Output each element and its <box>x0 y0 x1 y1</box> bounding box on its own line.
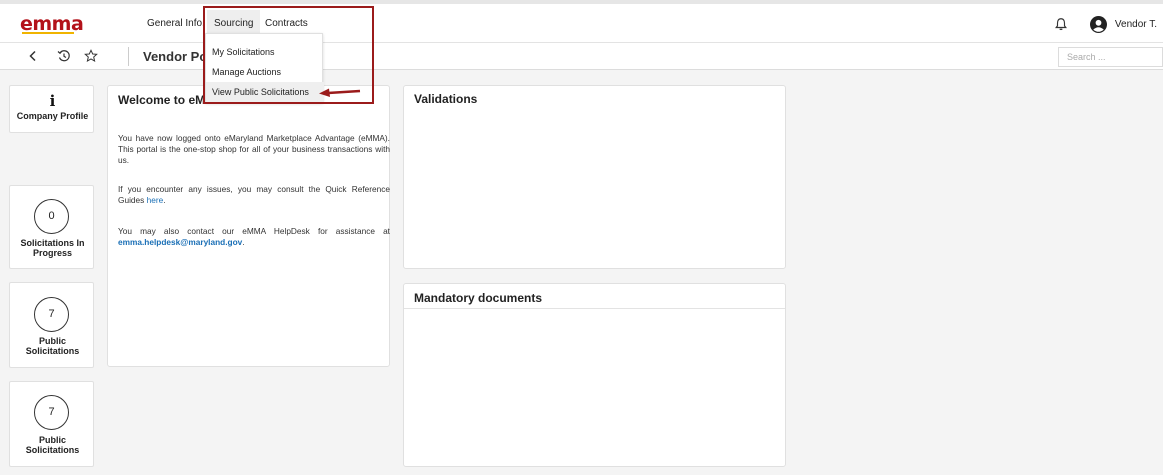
logo-underline <box>22 32 74 34</box>
info-icon: i <box>49 92 56 110</box>
toolbar-divider <box>128 47 129 66</box>
mandatory-documents-card: Mandatory documents <box>403 283 786 467</box>
welcome-p2-end: . <box>163 195 166 205</box>
user-avatar-icon[interactable] <box>1089 15 1107 33</box>
helpdesk-email-link[interactable]: emma.helpdesk@maryland.gov <box>118 237 242 247</box>
tile-label-line-2: Solicitations <box>25 445 80 455</box>
tile-public-solicitations-2[interactable]: 7 Public Solicitations <box>9 381 94 467</box>
tile-company-profile[interactable]: i Company Profile <box>9 85 94 133</box>
logo-text: emma <box>20 13 84 35</box>
welcome-card: Welcome to eMMA You have now logged onto… <box>107 85 390 367</box>
top-nav: emma General Info. Sourcing Contracts Ve… <box>0 0 1163 43</box>
welcome-paragraph-2: If you encounter any issues, you may con… <box>118 184 390 206</box>
sub-toolbar: Vendor Po <box>0 43 1163 70</box>
tile-label-line-2: Progress <box>32 248 73 258</box>
validations-title: Validations <box>414 92 478 106</box>
emma-logo[interactable]: emma <box>20 13 84 35</box>
welcome-paragraph-1: You have now logged onto eMaryland Marke… <box>118 133 390 165</box>
search-input[interactable] <box>1058 47 1163 67</box>
count-circle: 0 <box>34 199 69 234</box>
history-icon[interactable] <box>55 47 73 65</box>
count-circle: 7 <box>34 297 69 332</box>
user-area: Vendor T. <box>1054 12 1157 36</box>
tile-label-line-1: Public <box>38 336 66 346</box>
user-name[interactable]: Vendor T. <box>1115 19 1157 30</box>
tile-label-line-1: Solicitations In <box>20 238 85 248</box>
mandatory-documents-title: Mandatory documents <box>414 291 543 305</box>
tile-label-line-1: Public <box>38 435 66 445</box>
tile-solicitations-in-progress[interactable]: 0 Solicitations In Progress <box>9 185 94 269</box>
tile-public-solicitations[interactable]: 7 Public Solicitations <box>9 282 94 368</box>
welcome-p3-end: . <box>242 237 245 247</box>
welcome-paragraph-3: You may also contact our eMMA HelpDesk f… <box>118 226 390 248</box>
tile-label: Company Profile <box>16 111 89 121</box>
validations-card: Validations <box>403 85 786 269</box>
tile-label-line-2: Solicitations <box>25 346 80 356</box>
card-separator <box>404 308 785 309</box>
count-circle: 7 <box>34 395 69 430</box>
bell-icon[interactable] <box>1054 17 1068 31</box>
star-icon[interactable] <box>82 47 100 65</box>
page-title: Vendor Po <box>143 49 208 64</box>
welcome-p3-text: You may also contact our eMMA HelpDesk f… <box>118 226 390 236</box>
back-icon[interactable] <box>24 47 42 65</box>
nav-general-info[interactable]: General Info. <box>140 10 212 38</box>
annotation-arrow-icon <box>319 88 361 97</box>
quick-reference-link[interactable]: here <box>147 195 164 205</box>
